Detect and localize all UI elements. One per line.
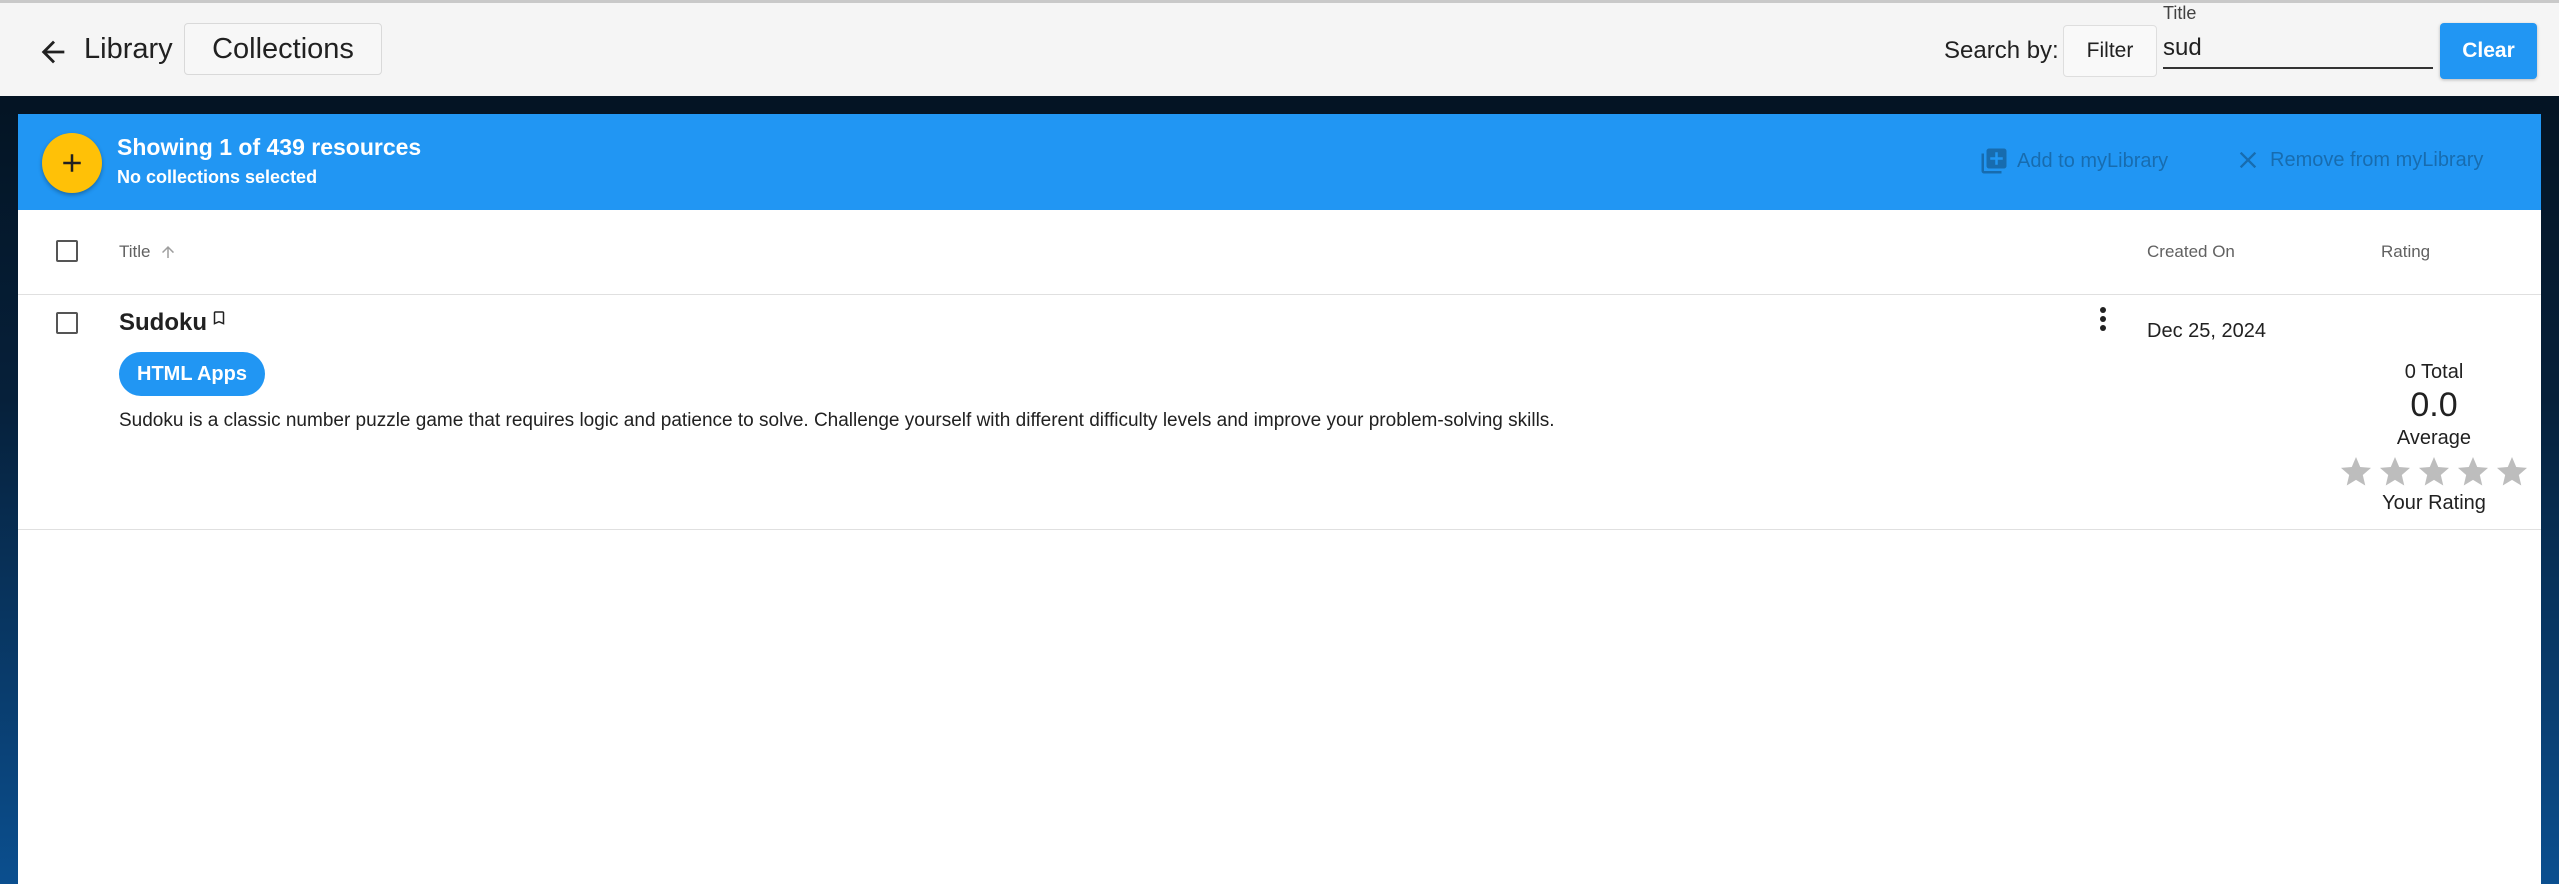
resource-title[interactable]: Sudoku	[119, 309, 207, 337]
star-icon[interactable]	[2455, 454, 2491, 490]
star-icon[interactable]	[2416, 454, 2452, 490]
more-vert-icon[interactable]	[2093, 304, 2113, 336]
star-icon[interactable]	[2338, 454, 2374, 490]
your-rating-stars	[2334, 454, 2534, 490]
star-icon[interactable]	[2494, 454, 2530, 490]
filter-button[interactable]: Filter	[2063, 25, 2157, 77]
search-by-label: Search by:	[1944, 37, 2059, 64]
resources-panel: Showing 1 of 439 resources No collection…	[18, 114, 2541, 884]
column-header-title[interactable]: Title	[119, 242, 177, 262]
page-title: Library	[84, 33, 173, 65]
row-divider	[18, 529, 2541, 530]
sort-ascending-icon[interactable]	[159, 243, 177, 261]
close-icon	[2239, 151, 2257, 169]
created-on-value: Dec 25, 2024	[2147, 320, 2266, 342]
row-select-checkbox[interactable]	[56, 312, 78, 334]
remove-from-mylibrary-label: Remove from myLibrary	[2270, 148, 2484, 171]
select-all-checkbox[interactable]	[56, 240, 78, 262]
add-to-mylibrary-label: Add to myLibrary	[2017, 149, 2169, 172]
resource-description: Sudoku is a classic number puzzle game t…	[119, 410, 1555, 431]
star-icon[interactable]	[2377, 454, 2413, 490]
column-header-rating[interactable]: Rating	[2381, 242, 2430, 262]
collections-button[interactable]: Collections	[184, 23, 382, 75]
top-app-bar: Library Collections Search by: Filter Ti…	[0, 0, 2559, 96]
selection-toolbar: Showing 1 of 439 resources No collection…	[18, 114, 2541, 210]
add-to-mylibrary-button[interactable]: Add to myLibrary	[1979, 146, 2168, 176]
title-search-input[interactable]	[2163, 29, 2433, 69]
rating-total: 0 Total	[2404, 361, 2464, 383]
remove-from-mylibrary-button[interactable]: Remove from myLibrary	[2234, 146, 2483, 174]
library-add-icon	[1981, 148, 2007, 174]
header-divider	[18, 294, 2541, 295]
search-field-label: Title	[2163, 3, 2197, 23]
your-rating-label: Your Rating	[2382, 492, 2486, 514]
tag-chip[interactable]: HTML Apps	[119, 352, 265, 396]
bookmark-icon[interactable]	[210, 307, 228, 329]
clear-button[interactable]: Clear	[2440, 23, 2537, 79]
column-header-title-label: Title	[119, 242, 151, 261]
plus-icon	[63, 154, 81, 172]
back-arrow-icon[interactable]	[36, 35, 70, 69]
column-header-created[interactable]: Created On	[2147, 242, 2235, 262]
rating-block: 0 Total 0.0 Average Your Rating	[2334, 361, 2534, 515]
collections-status: No collections selected	[117, 167, 318, 187]
rating-average-value: 0.0	[2410, 386, 2458, 424]
rating-average-label: Average	[2396, 427, 2472, 449]
add-resource-button[interactable]	[42, 133, 102, 193]
results-count: Showing 1 of 439 resources	[117, 134, 422, 160]
